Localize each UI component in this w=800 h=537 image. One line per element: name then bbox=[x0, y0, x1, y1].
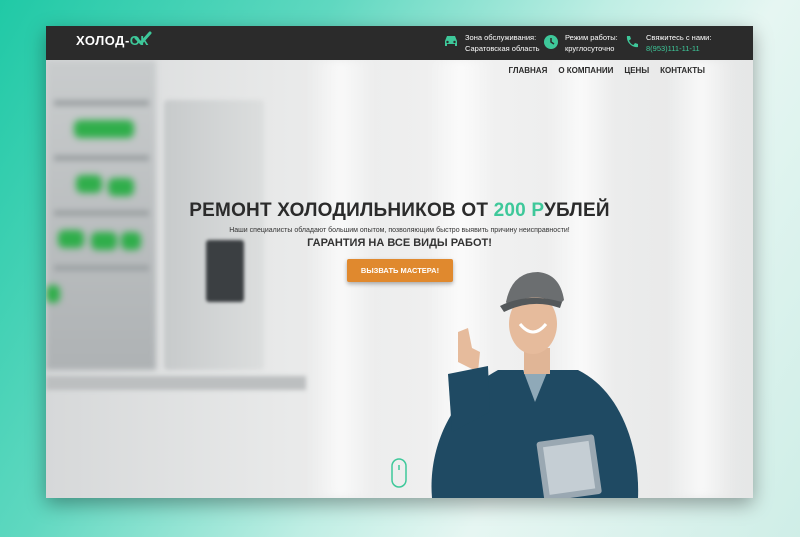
logo-text: ХОЛОД- bbox=[76, 33, 130, 48]
fridge-dispenser-image bbox=[206, 240, 244, 302]
nav-item-contacts[interactable]: КОНТАКТЫ bbox=[660, 66, 705, 75]
scroll-mouse-icon[interactable] bbox=[391, 458, 407, 488]
phone-number-link[interactable]: 8(953)111-11-11 bbox=[646, 43, 711, 54]
nav-item-about[interactable]: О КОМПАНИИ bbox=[558, 66, 613, 75]
phone-icon bbox=[626, 36, 638, 48]
check-icon bbox=[134, 31, 152, 45]
hero-guarantee: ГАРАНТИЯ НА ВСЕ ВИДЫ РАБОТ! bbox=[307, 237, 492, 249]
car-icon bbox=[445, 36, 457, 46]
hero-title-price: 200 Р bbox=[493, 200, 545, 221]
service-area-label: Зона обслуживания: bbox=[465, 33, 537, 42]
top-header: ХОЛОД-ОК Зона обслуживания: Саратовская … bbox=[46, 26, 753, 60]
clock-icon bbox=[544, 35, 558, 49]
work-hours-info: Режим работы: круглосуточно bbox=[544, 32, 618, 54]
counter-image bbox=[46, 376, 306, 390]
main-nav: ГЛАВНАЯ О КОМПАНИИ ЦЕНЫ КОНТАКТЫ bbox=[509, 66, 705, 75]
repairman-image bbox=[431, 272, 639, 498]
fridge-door-image bbox=[164, 100, 264, 370]
work-hours-value: круглосуточно bbox=[565, 44, 615, 53]
contact-label: Свяжитесь с нами: bbox=[646, 33, 712, 42]
service-area-info: Зона обслуживания: Саратовская область bbox=[445, 32, 540, 54]
nav-item-prices[interactable]: ЦЕНЫ bbox=[624, 66, 649, 75]
hero-title-end: УБЛЕЙ bbox=[544, 200, 610, 221]
website-frame: ХОЛОД-ОК Зона обслуживания: Саратовская … bbox=[46, 26, 753, 498]
hero-title-start: РЕМОНТ ХОЛОДИЛЬНИКОВ ОТ bbox=[189, 200, 494, 221]
work-hours-label: Режим работы: bbox=[565, 33, 618, 42]
nav-item-home[interactable]: ГЛАВНАЯ bbox=[509, 66, 548, 75]
hero-subtitle: Наши специалисты обладают большим опытом… bbox=[229, 227, 570, 234]
hero-title: РЕМОНТ ХОЛОДИЛЬНИКОВ ОТ 200 РУБЛЕЙ bbox=[46, 200, 753, 222]
contact-info: Свяжитесь с нами: 8(953)111-11-11 bbox=[626, 32, 712, 54]
service-area-value: Саратовская область bbox=[465, 44, 540, 53]
